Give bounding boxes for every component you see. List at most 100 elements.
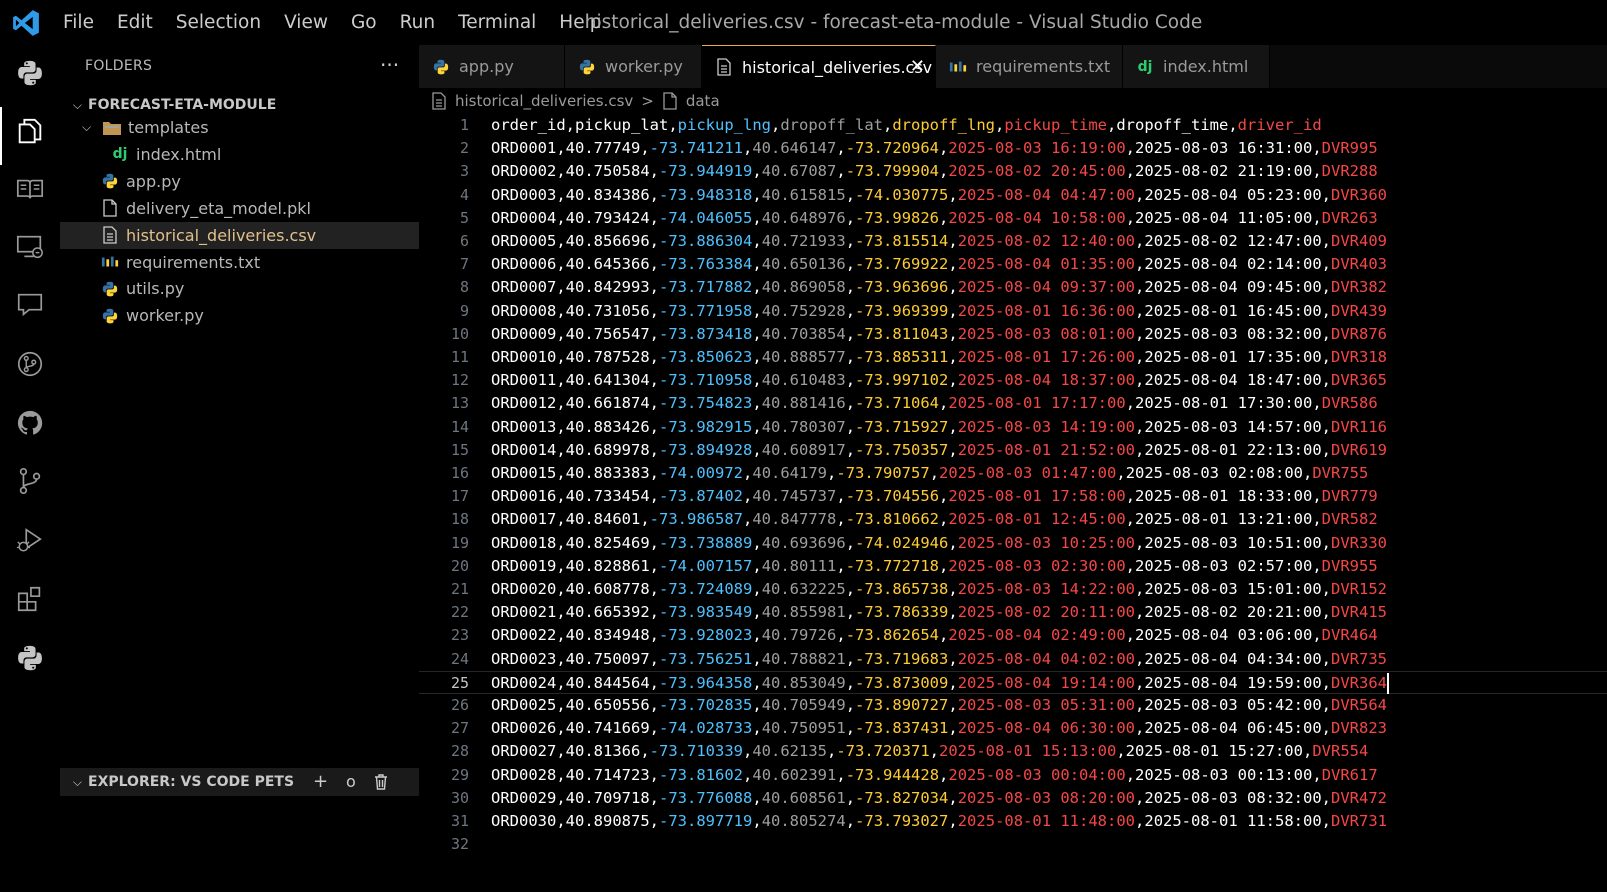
csv-cell: -73.786339 [855, 603, 949, 622]
csv-cell: -73.756251 [659, 649, 753, 668]
pets-section-header[interactable]: ⌵ EXPLORER: VS CODE PETS + o [60, 768, 419, 796]
code-line: 9 ORD0008,40.731056,-73.771958,40.752928,… [419, 300, 1607, 323]
explorer-sidebar: FOLDERS ··· ⌵ FORECAST-ETA-MODULE ⌵ templ… [60, 45, 419, 892]
csv-cell: 2025-08-03 15:01:00 [1144, 580, 1322, 598]
csv-cell: DVR755 [1312, 464, 1369, 482]
csv-cell: 2025-08-01 21:52:00 [957, 440, 1136, 459]
code-editor[interactable]: 1 order_id,pickup_lat,pickup_lng,dropoff_… [419, 114, 1607, 892]
csv-cell: 40.787528 [565, 348, 650, 366]
file-icon [663, 92, 677, 110]
line-text: ORD0027,40.81366,-73.710339,40.62135,-73… [491, 742, 1369, 761]
csv-cell: 40.641304 [565, 371, 650, 390]
tree-file[interactable]: worker.py [60, 302, 419, 329]
tree-file[interactable]: utils.py [60, 275, 419, 302]
csv-cell: 2025-08-04 03:06:00 [1135, 626, 1313, 645]
csv-cell: -73.810662 [845, 510, 940, 529]
csv-cell: 40.650136 [761, 255, 846, 274]
breadcrumb-file[interactable]: historical_deliveries.csv [455, 92, 633, 110]
csv-cell: 2025-08-03 08:32:00 [1144, 324, 1322, 343]
python-file-icon [100, 306, 120, 326]
csv-cell: 40.842993 [565, 278, 650, 297]
close-icon[interactable]: ✕ [910, 56, 925, 77]
comments-icon[interactable] [0, 277, 60, 333]
tab-app-py[interactable]: app.py [419, 45, 565, 88]
folder-title: FORECAST-ETA-MODULE [88, 97, 277, 113]
csv-cell: DVR409 [1331, 232, 1388, 250]
add-pet-button[interactable]: + [313, 768, 328, 796]
tree-file[interactable]: historical_deliveries.csv [60, 221, 419, 249]
csv-cell: -73.928023 [659, 626, 753, 645]
code-line: 32 [419, 833, 1607, 856]
tab-worker-py[interactable]: worker.py [565, 45, 702, 88]
code-line: 2 ORD0001,40.77749,-73.741211,40.646147,-… [419, 137, 1607, 160]
line-number: 25 [450, 673, 469, 692]
csv-cell: 2025-08-03 01:47:00 [939, 464, 1117, 482]
csv-cell: ORD0012 [491, 394, 557, 413]
csv-cell: -73.71064 [855, 394, 940, 413]
git-graph-icon[interactable] [0, 336, 60, 392]
chevron-down-icon: ⌵ [72, 97, 82, 112]
tree-item-label: historical_deliveries.csv [126, 225, 317, 245]
csv-cell: 40.80111 [761, 556, 837, 575]
throw-ball-button[interactable]: o [346, 768, 356, 796]
tree-folder[interactable]: ⌵ templates [60, 114, 419, 141]
csv-cell: 2025-08-04 09:45:00 [1144, 278, 1322, 297]
tab-historical-deliveries-csv[interactable]: historical_deliveries.csv ✕ [702, 45, 936, 88]
line-text: ORD0009,40.756547,-73.873418,40.703854,-… [491, 324, 1388, 343]
csv-cell: 2025-08-01 22:13:00 [1144, 440, 1322, 459]
python-icon[interactable] [0, 45, 60, 101]
csv-cell: 40.602391 [752, 765, 837, 784]
csv-cell: 40.646147 [752, 139, 837, 158]
csv-cell: 2025-08-03 08:01:00 [957, 324, 1136, 343]
source-control-icon[interactable] [0, 453, 60, 509]
extensions-icon[interactable] [0, 571, 60, 627]
csv-cell: -73.944428 [845, 765, 940, 784]
csv-cell: 2025-08-04 19:14:00 [957, 673, 1136, 692]
csv-cell: DVR955 [1321, 556, 1378, 575]
tree-file[interactable]: requirements.txt [60, 249, 419, 276]
csv-cell: ORD0027 [491, 742, 557, 761]
tree-file[interactable]: delivery_eta_model.pkl [60, 195, 419, 222]
csv-cell: DVR582 [1321, 510, 1378, 529]
breadcrumb-section[interactable]: data [686, 92, 720, 110]
tab-requirements-txt[interactable]: requirements.txt [936, 45, 1123, 88]
run-debug-icon[interactable] [0, 512, 60, 568]
line-text: ORD0023,40.750097,-73.756251,40.788821,-… [491, 649, 1388, 668]
csv-cell: 40.665392 [565, 603, 650, 622]
csv-cell: ORD0015 [491, 464, 557, 482]
tree-file[interactable]: dj index.html [60, 141, 419, 168]
csv-cell: ORD0003 [491, 185, 557, 204]
csv-cell: 2025-08-03 10:51:00 [1144, 533, 1322, 552]
csv-cell: 2025-08-01 12:45:00 [948, 510, 1126, 529]
book-icon[interactable] [0, 161, 60, 217]
csv-cell: 2025-08-01 15:27:00 [1125, 742, 1303, 761]
github-icon[interactable] [0, 395, 60, 451]
tree-file[interactable]: app.py [60, 168, 419, 195]
python-icon[interactable] [0, 630, 60, 686]
code-line: 30 ORD0029,40.709718,-73.776088,40.608561… [419, 787, 1607, 810]
tab-index-html[interactable]: dj index.html [1123, 45, 1270, 88]
csv-cell: -73.815514 [855, 232, 949, 250]
remote-explorer-icon[interactable] [0, 219, 60, 275]
csv-cell: -73.754823 [659, 394, 753, 413]
csv-cell: 40.661874 [565, 394, 650, 413]
csv-cell: -73.741211 [649, 139, 743, 158]
more-actions-icon[interactable]: ··· [380, 53, 399, 77]
csv-cell: ORD0024 [491, 673, 557, 692]
chevron-down-icon: ⌵ [72, 774, 82, 789]
csv-cell: DVR318 [1331, 348, 1388, 366]
trash-icon[interactable] [373, 768, 389, 796]
line-text: ORD0020,40.608778,-73.724089,40.632225,-… [491, 580, 1388, 598]
explorer-icon[interactable] [0, 103, 60, 165]
tree-item-label: app.py [126, 171, 181, 191]
code-line: 14 ORD0013,40.883426,-73.982915,40.780307… [419, 416, 1607, 439]
line-number: 6 [459, 232, 469, 250]
text-cursor [1387, 672, 1389, 694]
csv-cell: 2025-08-04 18:37:00 [957, 371, 1136, 390]
line-number: 23 [450, 626, 469, 645]
csv-cell: 2025-08-04 05:23:00 [1144, 185, 1322, 204]
code-line: 19 ORD0018,40.825469,-73.738889,40.693696… [419, 532, 1607, 555]
csv-cell: 2025-08-02 20:11:00 [957, 603, 1136, 622]
csv-cell: 2025-08-04 01:35:00 [957, 255, 1136, 274]
csv-cell: -73.720964 [845, 139, 940, 158]
